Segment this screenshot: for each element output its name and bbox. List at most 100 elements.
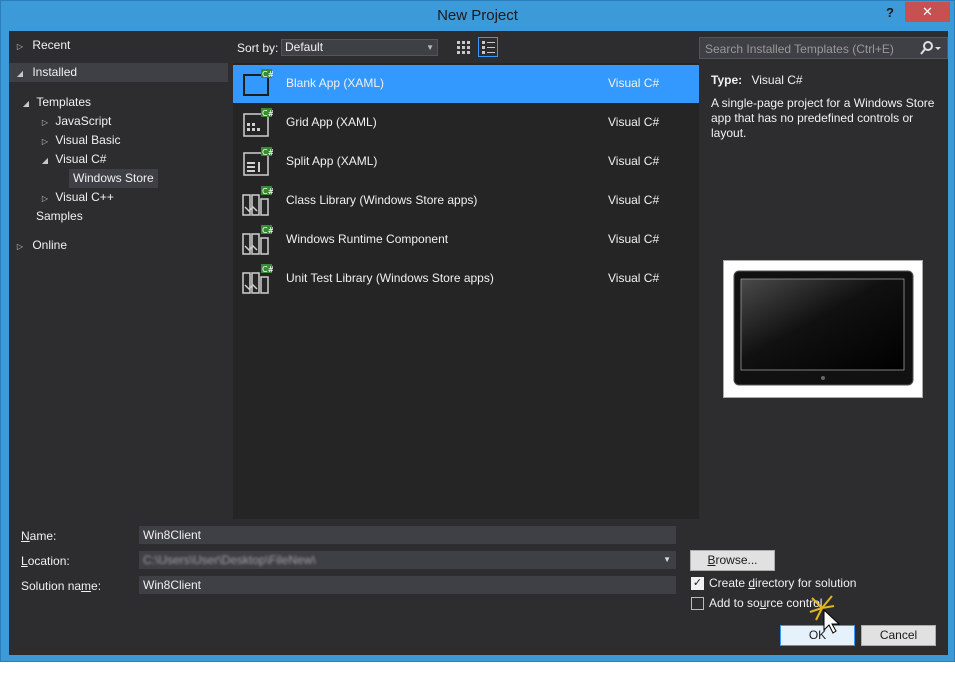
add-source-control-label: Add to source control xyxy=(709,596,822,610)
project-name-field[interactable]: Win8Client xyxy=(139,526,676,544)
template-row-blank-app[interactable]: C# Blank App (XAML) Visual C# xyxy=(233,65,699,103)
tree-item-label: Recent xyxy=(32,38,71,52)
title-bar[interactable]: New Project ? ✕ xyxy=(1,1,954,31)
template-type: Type: Visual C# xyxy=(711,73,803,87)
create-directory-label: Create directory for solution xyxy=(709,576,856,590)
template-description-pane: Type: Visual C# A single-page project fo… xyxy=(699,63,948,519)
tree-item-windows-store[interactable]: Windows Store xyxy=(69,169,158,188)
sort-label: Sort by: xyxy=(237,41,279,55)
tree-item-visual-basic[interactable]: ▷ Visual Basic xyxy=(40,131,121,150)
template-row-split-app[interactable]: C# Split App (XAML) Visual C# xyxy=(233,143,699,181)
template-row-grid-app[interactable]: C# Grid App (XAML) Visual C# xyxy=(233,104,699,142)
small-icons-view-button[interactable] xyxy=(453,37,473,57)
template-row-class-library[interactable]: C# Class Library (Windows Store apps) Vi… xyxy=(233,182,699,220)
help-button[interactable]: ? xyxy=(881,4,899,22)
split-app-icon: C# xyxy=(243,147,273,176)
mouse-cursor-icon xyxy=(809,595,841,634)
expand-arrow-icon[interactable]: ▷ xyxy=(15,37,25,56)
template-description: A single-page project for a Windows Stor… xyxy=(711,96,935,140)
name-label: Name: xyxy=(21,529,56,543)
expand-arrow-icon[interactable]: ▷ xyxy=(15,237,25,256)
window-title: New Project xyxy=(437,7,518,24)
create-directory-checkbox[interactable]: ✓ xyxy=(691,577,704,590)
project-settings-form: Name: Win8Client Location: C:\Users\User… xyxy=(9,519,948,655)
template-preview-image xyxy=(723,260,923,398)
tree-item-label: Online xyxy=(32,238,68,252)
template-row-unit-test-library[interactable]: C# Unit Test Library (Windows Store apps… xyxy=(233,260,699,298)
label-text: irectory for solution xyxy=(755,576,857,590)
type-value: Visual C# xyxy=(751,73,803,87)
svg-text:C#: C# xyxy=(262,148,273,157)
expand-arrow-icon[interactable]: ▷ xyxy=(40,132,50,151)
browse-button[interactable]: Browse... xyxy=(690,550,775,571)
list-view-icon xyxy=(482,41,495,54)
template-name: Grid App (XAML) xyxy=(286,115,377,129)
tree-item-installed[interactable]: ◢ Installed xyxy=(9,63,228,82)
svg-text:C#: C# xyxy=(262,265,273,274)
tree-item-label: Templates xyxy=(36,95,92,109)
search-templates-input[interactable]: Search Installed Templates (Ctrl+E) xyxy=(699,37,948,59)
grid-app-icon: C# xyxy=(243,108,273,137)
template-name: Windows Runtime Component xyxy=(286,232,449,246)
tree-item-online[interactable]: ▷ Online xyxy=(15,236,67,255)
template-language: Visual C# xyxy=(608,115,660,129)
search-placeholder: Search Installed Templates (Ctrl+E) xyxy=(705,42,894,56)
expand-arrow-icon[interactable]: ▷ xyxy=(40,113,50,132)
tree-item-samples[interactable]: Samples xyxy=(36,207,83,226)
collapse-arrow-icon[interactable]: ◢ xyxy=(21,94,31,113)
template-language: Visual C# xyxy=(608,76,660,90)
label-text: Create xyxy=(709,576,749,590)
tree-item-label: Installed xyxy=(32,65,78,79)
template-row-runtime-component[interactable]: C# Windows Runtime Component Visual C# xyxy=(233,221,699,259)
search-icon[interactable] xyxy=(919,40,941,56)
close-button[interactable]: ✕ xyxy=(905,2,950,22)
list-view-button[interactable] xyxy=(478,37,498,57)
add-source-control-checkbox[interactable] xyxy=(691,597,704,610)
accesskey: B xyxy=(707,553,716,567)
location-field[interactable]: C:\Users\User\Desktop\FileNew\ ▼ xyxy=(139,551,676,569)
svg-text:C#: C# xyxy=(262,187,273,196)
label-text: Solution na xyxy=(21,579,82,593)
sort-bar: Sort by: Default ▼ xyxy=(233,37,699,59)
runtime-component-icon: C# xyxy=(242,225,273,255)
class-library-icon: C# xyxy=(242,186,273,216)
tree-item-label: Visual Basic xyxy=(55,133,121,147)
template-name: Class Library (Windows Store apps) xyxy=(286,193,478,207)
tree-item-javascript[interactable]: ▷ JavaScript xyxy=(40,112,111,131)
label-text: e: xyxy=(91,579,102,593)
sort-dropdown[interactable]: Default ▼ xyxy=(281,39,438,56)
label-text: Add to so xyxy=(709,596,760,610)
tree-item-templates[interactable]: ◢ Templates xyxy=(21,93,91,112)
button-label: rowse... xyxy=(715,553,758,567)
template-name: Split App (XAML) xyxy=(286,154,378,168)
tree-item-visual-csharp[interactable]: ◢ Visual C# xyxy=(40,150,107,170)
tree-item-recent[interactable]: ▷ Recent xyxy=(15,36,70,55)
accesskey: m xyxy=(81,579,92,593)
cancel-button[interactable]: Cancel xyxy=(861,625,936,646)
svg-text:C#: C# xyxy=(262,70,273,79)
svg-text:C#: C# xyxy=(262,226,273,235)
location-value: C:\Users\User\Desktop\FileNew\ xyxy=(143,553,316,567)
new-project-window: New Project ? ✕ ▷ Recent ◢ Installed ◢ T… xyxy=(0,0,955,662)
template-name: Blank App (XAML) xyxy=(286,76,385,90)
tree-item-visual-cpp[interactable]: ▷ Visual C++ xyxy=(40,188,114,207)
template-language: Visual C# xyxy=(608,232,660,246)
svg-text:C#: C# xyxy=(262,109,273,118)
blank-app-icon: C# xyxy=(243,69,273,96)
grid-view-icon xyxy=(457,41,470,54)
collapse-arrow-icon[interactable]: ◢ xyxy=(40,151,50,170)
collapse-arrow-icon[interactable]: ◢ xyxy=(15,64,25,83)
tablet-preview-icon xyxy=(733,270,914,386)
template-language: Visual C# xyxy=(608,154,660,168)
label-text: ame: xyxy=(29,529,57,543)
template-list: C# Blank App (XAML) Visual C# C# Grid Ap… xyxy=(233,63,699,519)
template-tree: ▷ Recent ◢ Installed ◢ Templates ▷ JavaS… xyxy=(9,31,229,519)
unit-test-library-icon: C# xyxy=(242,264,273,294)
solution-name-field[interactable]: Win8Client xyxy=(139,576,676,594)
template-language: Visual C# xyxy=(608,271,660,285)
solution-name-label: Solution name: xyxy=(21,579,101,593)
expand-arrow-icon[interactable]: ▷ xyxy=(40,189,50,208)
tree-item-label: Visual C++ xyxy=(55,190,114,204)
dropdown-arrow-icon[interactable]: ▼ xyxy=(663,552,671,568)
tree-item-label: Visual C# xyxy=(55,152,107,166)
